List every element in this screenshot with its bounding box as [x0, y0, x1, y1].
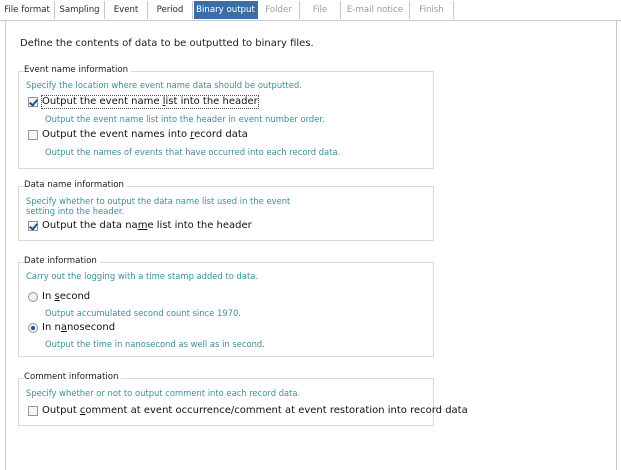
tab-sampling[interactable]: Sampling — [55, 1, 105, 19]
in-nanosecond-radio[interactable] — [28, 323, 38, 333]
date-info-desc: Carry out the logging with a time stamp … — [26, 271, 259, 281]
tab-period[interactable]: Period — [148, 1, 193, 19]
in-nanosecond-desc: Output the time in nanosecond as well as… — [45, 339, 265, 349]
tab-finish[interactable]: Finish — [410, 1, 454, 19]
event-names-record-desc: Output the names of events that have occ… — [45, 147, 341, 157]
comment-record-label[interactable]: Output comment at event occurrence/comme… — [42, 405, 468, 417]
event-names-record-checkbox[interactable] — [28, 130, 38, 140]
event-name-title: Event name information — [24, 65, 132, 75]
tab-bar: File format Sampling Event Period Binary… — [0, 0, 621, 21]
comment-info-title: Comment information — [24, 372, 122, 382]
event-name-list-header-label[interactable]: Output the event name list into the head… — [41, 95, 259, 109]
comment-info-desc: Specify whether or not to output comment… — [26, 388, 301, 398]
in-nanosecond-label[interactable]: In nanosecond — [42, 322, 115, 334]
event-name-list-header-checkbox[interactable] — [28, 97, 38, 107]
data-name-list-header-checkbox[interactable] — [28, 221, 38, 231]
data-name-desc-line1: Specify whether to output the data name … — [26, 196, 291, 206]
event-name-list-header-desc: Output the event name list into the head… — [45, 114, 325, 124]
tab-file[interactable]: File — [300, 1, 341, 19]
data-name-title: Data name information — [24, 180, 127, 190]
tab-event[interactable]: Event — [105, 1, 148, 19]
page-description: Define the contents of data to be output… — [20, 38, 314, 49]
tab-email-notice[interactable]: E-mail notice — [341, 1, 410, 19]
tab-file-format[interactable]: File format — [0, 1, 55, 19]
in-second-label[interactable]: In second — [42, 291, 90, 303]
tab-folder[interactable]: Folder — [258, 1, 300, 19]
data-name-list-header-label[interactable]: Output the data name list into the heade… — [42, 220, 252, 232]
comment-record-checkbox[interactable] — [28, 406, 38, 416]
in-second-desc: Output accumulated second count since 19… — [45, 308, 241, 318]
event-names-record-label[interactable]: Output the event names into record data — [42, 129, 248, 141]
event-name-desc: Specify the location where event name da… — [26, 80, 302, 90]
date-info-title: Date information — [24, 256, 100, 266]
in-second-radio[interactable] — [28, 292, 38, 302]
data-name-desc-line2: setting into the header. — [26, 206, 125, 216]
comment-info-group — [18, 378, 434, 426]
tab-binary-output[interactable]: Binary output — [194, 1, 258, 19]
